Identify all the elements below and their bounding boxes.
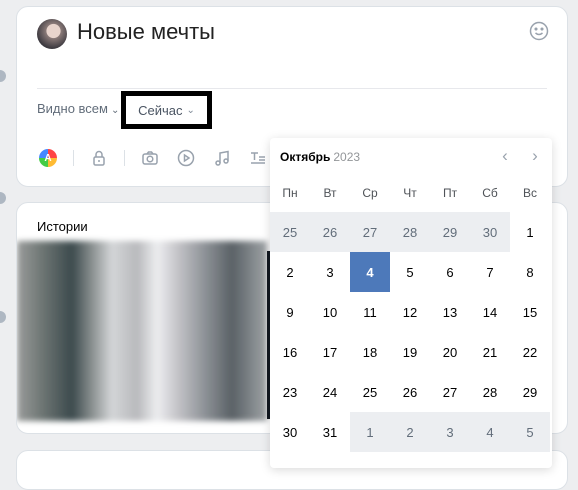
calendar-day[interactable]: 2 [270,252,310,292]
calendar-day[interactable]: 20 [430,332,470,372]
calendar-day[interactable]: 15 [510,292,550,332]
calendar-grid: Пн Вт Ср Чт Пт Сб Вс 25 26 27 28 29 30 1 2 3 4 5 6 7 8 9 10 11 1… [270,174,550,452]
weekday-label: Пт [442,186,458,200]
calendar-day[interactable]: 3 [430,412,470,452]
calendar-day[interactable]: 26 [390,372,430,412]
article-icon[interactable] [247,147,269,169]
calendar-day[interactable]: 31 [310,412,350,452]
weekday-label: Вс [522,186,537,200]
calendar-day[interactable]: 28 [390,212,430,252]
calendar-week: 25 26 27 28 29 30 1 [270,212,550,252]
calendar-day[interactable]: 14 [470,292,510,332]
chevron-right-icon[interactable]: › [526,147,544,166]
date-picker: Октябрь 2023 ‹ › Пн Вт Ср Чт Пт Сб Вс 25 26 27 28 29… [270,138,552,468]
calendar-day[interactable]: 27 [430,372,470,412]
divider [37,88,547,89]
left-edge-dot [0,192,6,204]
video-icon[interactable] [175,147,197,169]
avatar[interactable] [37,19,67,49]
calendar-week: 23 24 25 26 27 28 29 [270,372,550,412]
calendar-day[interactable]: 16 [270,332,310,372]
calendar-day[interactable]: 7 [470,252,510,292]
calendar-day[interactable]: 12 [390,292,430,332]
calendar-day[interactable]: 30 [470,212,510,252]
chevron-left-icon[interactable]: ‹ [496,147,514,166]
weekday-label: Пн [282,186,298,200]
visibility-label: Видно всем [37,101,108,116]
calendar-day[interactable]: 29 [430,212,470,252]
calendar-header: Октябрь 2023 [280,150,360,164]
calendar-day[interactable]: 21 [470,332,510,372]
calendar-day[interactable]: 19 [390,332,430,372]
publish-time-label: Сейчас [138,102,183,118]
calendar-day[interactable]: 30 [270,412,310,452]
palette-icon[interactable]: A [37,147,59,169]
calendar-week: 9 10 11 12 13 14 15 [270,292,550,332]
stories-title: Истории [37,219,88,234]
publish-time-selector[interactable]: Сейчас ⌄ [121,91,212,129]
calendar-day[interactable]: 10 [310,292,350,332]
calendar-year: 2023 [333,150,361,164]
calendar-day[interactable]: 24 [310,372,350,412]
weekday-label: Чт [403,186,417,200]
calendar-day[interactable]: 18 [350,332,390,372]
calendar-week: 2345678 [270,252,550,292]
calendar-day[interactable]: 2 [390,412,430,452]
calendar-day[interactable]: 23 [270,372,310,412]
calendar-day[interactable]: 22 [510,332,550,372]
calendar-day[interactable]: 29 [510,372,550,412]
calendar-day[interactable]: 5 [390,252,430,292]
weekday-label: Сб [482,186,498,200]
calendar-day[interactable]: 26 [310,212,350,252]
weekday-row: Пн Вт Ср Чт Пт Сб Вс [270,174,550,212]
calendar-day[interactable]: 3 [310,252,350,292]
left-edge-dot [0,70,6,82]
lock-icon[interactable] [88,147,110,169]
calendar-day[interactable]: 25 [270,212,310,252]
calendar-day[interactable]: 27 [350,212,390,252]
calendar-day[interactable]: 9 [270,292,310,332]
calendar-day[interactable]: 1 [510,212,550,252]
chevron-down-icon: ⌄ [110,105,120,116]
emoji-icon[interactable] [529,21,549,41]
visibility-selector[interactable]: Видно всем ⌄ [37,101,119,116]
calendar-day[interactable]: 11 [350,292,390,332]
post-text-input[interactable]: Новые мечты [77,19,215,45]
calendar-week: 30 31 1 2 3 4 5 [270,412,550,452]
camera-icon[interactable] [139,147,161,169]
toolbar-separator [124,150,125,166]
calendar-day[interactable]: 4 [470,412,510,452]
calendar-day[interactable]: 6 [430,252,470,292]
calendar-day[interactable]: 28 [470,372,510,412]
calendar-day-selected[interactable]: 4 [350,252,390,292]
weekday-label: Вт [323,186,337,200]
story-preview-image[interactable] [17,241,267,421]
calendar-day[interactable]: 25 [350,372,390,412]
calendar-day[interactable]: 1 [350,412,390,452]
calendar-day[interactable]: 8 [510,252,550,292]
toolbar-separator [73,150,74,166]
calendar-day[interactable]: 5 [510,412,550,452]
music-icon[interactable] [211,147,233,169]
left-edge-dot [0,311,6,323]
calendar-day[interactable]: 13 [430,292,470,332]
weekday-label: Ср [362,186,378,200]
calendar-month: Октябрь [280,150,331,164]
calendar-day[interactable]: 17 [310,332,350,372]
chevron-down-icon: ⌄ [186,104,195,116]
calendar-week: 16 17 18 19 20 21 22 [270,332,550,372]
